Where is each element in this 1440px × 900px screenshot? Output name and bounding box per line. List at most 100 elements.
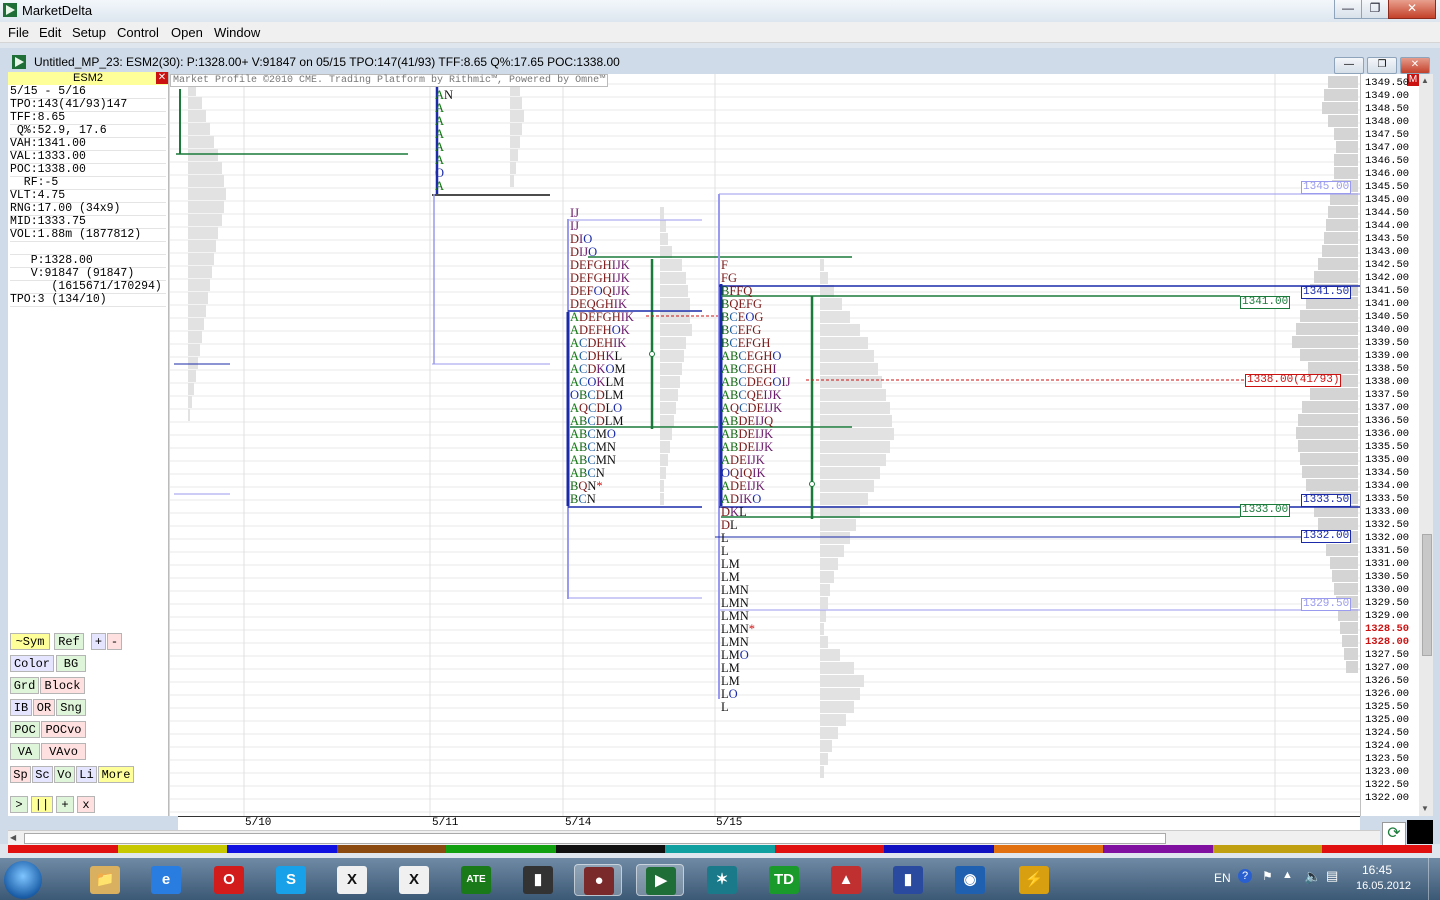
add-button[interactable]: +	[56, 796, 74, 813]
price-tick: 1336.00	[1365, 428, 1410, 440]
volume-bar-5-15	[820, 740, 832, 752]
volume-bar-5-15	[820, 597, 828, 609]
volume-bar-5-15	[820, 350, 874, 362]
menu-bar: File Edit Setup Control Open Window	[0, 22, 1440, 43]
chevron-up-icon[interactable]: ▲	[1282, 869, 1293, 881]
composite-volume-bar	[1328, 115, 1358, 127]
menu-file[interactable]: File	[8, 25, 29, 40]
xtrader-pro-icon[interactable]: X	[390, 864, 438, 896]
symbol-close-icon[interactable]: ✕	[156, 72, 168, 84]
globe-app-icon[interactable]: ◉	[946, 864, 994, 896]
scroll-down-icon[interactable]: ▼	[1421, 804, 1429, 813]
price-tick: 1322.50	[1365, 779, 1410, 791]
network-icon[interactable]: ▤	[1326, 868, 1338, 884]
tool-app-icon[interactable]: ⚡	[1010, 864, 1058, 896]
scroll-left-icon[interactable]: ◀	[10, 833, 16, 842]
marketdelta-icon[interactable]: ▶	[636, 864, 684, 896]
sng-button[interactable]: Sng	[56, 699, 86, 716]
taskbar-glyph: ◉	[955, 866, 985, 894]
menu-edit[interactable]: Edit	[39, 25, 61, 40]
poc-button[interactable]: POC	[10, 721, 40, 738]
volume-bar-5-14	[660, 350, 684, 362]
zoom-out-button[interactable]: -	[107, 633, 122, 650]
menu-window[interactable]: Window	[214, 25, 260, 40]
ib-button[interactable]: IB	[10, 699, 32, 716]
x-trader-icon[interactable]: X	[328, 864, 376, 896]
pocvo-button[interactable]: POCvo	[41, 721, 86, 738]
sparkle-icon[interactable]: ✶	[698, 864, 746, 896]
volume-bar-5-10	[188, 370, 196, 382]
show-desktop-button[interactable]	[1428, 858, 1440, 900]
taskbar-glyph: ▮	[893, 866, 923, 894]
color-button[interactable]: Color	[10, 655, 54, 672]
language-indicator[interactable]: EN	[1214, 871, 1231, 885]
chart-restore-button[interactable]: ❐	[1367, 57, 1397, 74]
horizontal-scrollbar[interactable]: ◀	[8, 830, 1380, 845]
volume-bar-5-15	[820, 623, 824, 635]
stat-poc: POC:1338.00	[10, 163, 166, 177]
scroll-up-icon[interactable]: ▲	[1421, 76, 1429, 85]
ref-button[interactable]: Ref	[54, 633, 84, 650]
block-button[interactable]: Block	[40, 677, 85, 694]
td-icon[interactable]: TD	[760, 864, 808, 896]
horizontal-scroll-thumb[interactable]	[24, 833, 1166, 844]
explorer-icon[interactable]: 📁	[81, 864, 129, 896]
skype-icon[interactable]: S	[267, 864, 315, 896]
menu-control[interactable]: Control	[117, 25, 159, 40]
price-axis[interactable]: M 1349.50 1349.00 1348.50 1348.00 1347.50 134…	[1360, 74, 1419, 816]
volume-icon[interactable]: 🔈	[1304, 868, 1321, 885]
remove-button[interactable]: x	[77, 796, 95, 813]
stat-volume-split: (1615671/170294)	[10, 280, 166, 294]
color-swatch-black[interactable]	[1407, 820, 1433, 844]
menu-setup[interactable]: Setup	[72, 25, 106, 40]
usb-icon[interactable]: ▮	[514, 864, 562, 896]
help-icon[interactable]: ?	[1238, 869, 1252, 883]
or-button[interactable]: OR	[33, 699, 55, 716]
refresh-icon[interactable]: ⟳	[1382, 822, 1406, 846]
bg-button[interactable]: BG	[56, 655, 86, 672]
composite-volume-bar	[1330, 557, 1358, 569]
volume-bar-5-14	[660, 285, 688, 297]
vertical-scroll-thumb[interactable]	[1422, 534, 1432, 656]
start-button-icon[interactable]	[4, 861, 42, 899]
color-palette-strip[interactable]	[8, 845, 1432, 853]
pause-button[interactable]: ||	[31, 796, 53, 813]
sp-button[interactable]: Sp	[10, 766, 31, 783]
chart-window-title-bar: Untitled_MP_23: ESM2(30): P:1328.00+ V:9…	[10, 53, 1430, 74]
ate-icon[interactable]: ATE	[452, 864, 500, 896]
chart-minimize-button[interactable]: —	[1334, 57, 1364, 74]
chart-close-button[interactable]: ✕	[1400, 57, 1430, 74]
price-tick: 1331.50	[1365, 545, 1410, 557]
app-icon[interactable]: ●	[574, 864, 622, 896]
price-tick: 1338.50	[1365, 363, 1410, 375]
internet-explorer-icon[interactable]: e	[142, 864, 190, 896]
market-profile-chart[interactable]: Market Profile ©2010 CME. Trading Platfo…	[170, 74, 1360, 816]
symbol-header[interactable]: ESM2	[8, 72, 168, 85]
volume-bar-5-15	[820, 636, 828, 648]
level-label-1345: 1345.00	[1301, 181, 1352, 194]
price-tick: 1345.00	[1365, 194, 1410, 206]
play-button[interactable]: >	[10, 796, 28, 813]
clock-time[interactable]: 16:45	[1362, 863, 1392, 877]
sc-button[interactable]: Sc	[32, 766, 53, 783]
restore-button[interactable]: ❐	[1361, 0, 1389, 19]
minimize-button[interactable]: —	[1334, 0, 1362, 19]
flag-icon[interactable]: ⚑	[1262, 869, 1273, 883]
zoom-in-button[interactable]: +	[91, 633, 106, 650]
vavo-button[interactable]: VAvo	[41, 743, 86, 760]
composite-volume-bar	[1308, 362, 1358, 374]
grid-button[interactable]: Grd	[10, 677, 39, 694]
menu-open[interactable]: Open	[171, 25, 203, 40]
vertical-scrollbar[interactable]: ▲ ▼	[1419, 74, 1433, 816]
opera-icon[interactable]: O	[205, 864, 253, 896]
volume-bar-5-14	[660, 441, 670, 453]
vo-button[interactable]: Vo	[54, 766, 75, 783]
li-button[interactable]: Li	[76, 766, 97, 783]
chart-app-icon[interactable]: ▲	[822, 864, 870, 896]
close-button[interactable]: ✕	[1388, 0, 1436, 19]
va-button[interactable]: VA	[10, 743, 40, 760]
sym-button[interactable]: ~Sym	[10, 633, 50, 650]
more-button[interactable]: More	[98, 766, 134, 783]
bars-app-icon[interactable]: ▮	[884, 864, 932, 896]
clock-date[interactable]: 16.05.2012	[1356, 880, 1411, 892]
